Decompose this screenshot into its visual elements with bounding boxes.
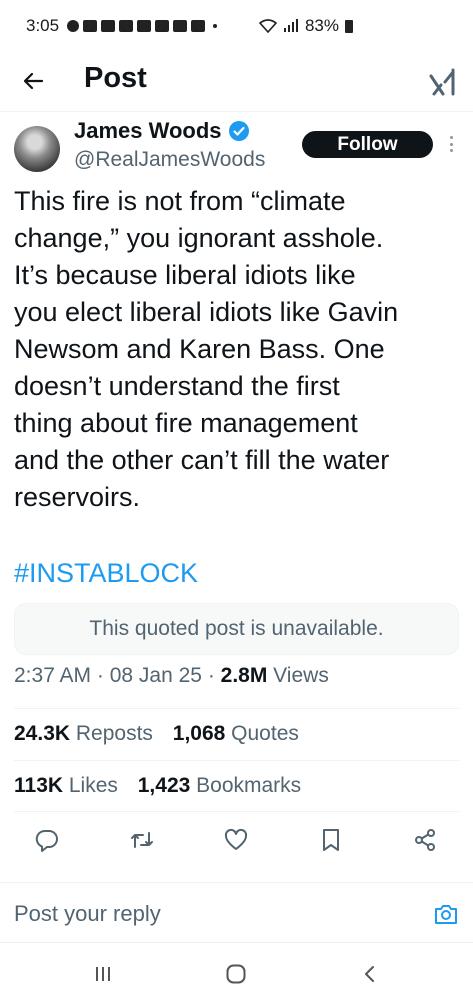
tweet-text: This fire is not from “climate change,” … xyxy=(14,183,459,516)
quoted-post-unavailable: This quoted post is unavailable. xyxy=(14,603,459,655)
likes-count: 113K xyxy=(14,774,64,797)
tweet-line: and the other can’t fill the water xyxy=(14,445,390,475)
tweet-line: reservoirs. xyxy=(14,482,141,512)
system-back-button[interactable] xyxy=(356,960,384,988)
reposts-count: 24.3K xyxy=(14,722,71,745)
meta-separator: · xyxy=(91,664,110,687)
battery-icon xyxy=(345,19,353,33)
wifi-icon xyxy=(258,19,277,33)
grok-button[interactable] xyxy=(427,66,459,98)
stats-row-reposts-quotes: 24.3K Reposts 1,068 Quotes xyxy=(14,722,313,746)
video-notification-icon xyxy=(191,20,206,32)
reply-bar: Post your reply xyxy=(0,882,473,942)
share-button[interactable] xyxy=(411,826,439,854)
tweet-line: change,” you ignorant asshole. xyxy=(14,223,384,253)
views-label[interactable]: Views xyxy=(267,664,329,687)
more-notifications-dot-icon xyxy=(213,24,218,28)
likes-stat[interactable]: 113K Likes xyxy=(14,774,118,797)
tweet-meta: 2:37 AM · 08 Jan 25 · 2.8M Views xyxy=(14,664,329,688)
bookmark-icon xyxy=(323,829,339,851)
quotes-stat[interactable]: 1,068 Quotes xyxy=(173,722,299,745)
news-notification-icon xyxy=(137,20,152,32)
tweet-actions xyxy=(0,818,473,862)
back-icon xyxy=(365,966,374,982)
verified-badge-icon xyxy=(228,121,249,141)
bookmarks-stat[interactable]: 1,423 Bookmarks xyxy=(138,774,301,797)
divider xyxy=(14,708,459,709)
repost-button[interactable] xyxy=(128,826,156,854)
hashtag-link[interactable]: #INSTABLOCK xyxy=(14,558,198,589)
repost-icon xyxy=(131,832,153,848)
video-notification-icon xyxy=(119,20,134,32)
reposts-stat[interactable]: 24.3K Reposts xyxy=(14,722,153,745)
reply-button[interactable] xyxy=(33,826,61,854)
notification-icons xyxy=(67,20,218,32)
home-button[interactable] xyxy=(222,960,250,988)
news-notification-icon xyxy=(173,20,188,32)
post-date[interactable]: 08 Jan 25 xyxy=(110,664,202,687)
tweet-line: you elect liberal idiots like Gavin xyxy=(14,297,399,327)
likes-label: Likes xyxy=(63,774,118,797)
recents-button[interactable] xyxy=(89,960,117,988)
tweet-line: thing about fire management xyxy=(14,408,358,438)
signal-icon xyxy=(283,19,298,32)
grok-icon xyxy=(429,68,455,96)
reposts-label: Reposts xyxy=(70,722,153,745)
divider xyxy=(14,760,459,761)
tweet-line: It’s because liberal idiots like xyxy=(14,260,356,290)
camera-icon xyxy=(435,905,457,924)
system-navigation-bar xyxy=(0,942,473,1000)
quotes-label: Quotes xyxy=(225,722,299,745)
tweet-line: This fire is not from “climate xyxy=(14,186,346,216)
bookmarks-label: Bookmarks xyxy=(190,774,302,797)
chat-notification-icon xyxy=(67,20,80,32)
more-icon[interactable] xyxy=(444,132,458,156)
author-name: James Woods xyxy=(74,118,222,143)
quoted-post-text: This quoted post is unavailable. xyxy=(89,617,384,640)
divider xyxy=(14,811,459,812)
back-arrow-icon xyxy=(23,72,44,90)
views-count[interactable]: 2.8M xyxy=(221,664,268,687)
like-icon xyxy=(224,828,248,850)
bookmarks-count: 1,423 xyxy=(137,774,191,797)
quotes-count: 1,068 xyxy=(172,722,226,745)
meta-separator: · xyxy=(201,664,221,687)
home-icon xyxy=(226,964,246,984)
follow-button[interactable]: Follow xyxy=(302,131,433,158)
video-notification-icon xyxy=(83,20,98,32)
post-time[interactable]: 2:37 AM xyxy=(14,664,91,687)
system-status: 83% xyxy=(258,16,353,36)
author-handle[interactable]: @RealJamesWoods xyxy=(74,148,265,172)
tweet-line: Newsom and Karen Bass. One xyxy=(14,334,385,364)
status-time: 3:05 xyxy=(26,16,60,35)
avatar[interactable] xyxy=(14,126,60,172)
camera-button[interactable] xyxy=(432,900,460,928)
stats-row-likes-bookmarks: 113K Likes 1,423 Bookmarks xyxy=(14,774,315,798)
top-app-bar: Post xyxy=(0,52,473,112)
battery-percent: 83% xyxy=(304,16,339,35)
page-title: Post xyxy=(84,62,147,94)
bookmark-button[interactable] xyxy=(317,826,345,854)
back-button[interactable] xyxy=(18,66,48,96)
like-button[interactable] xyxy=(222,826,250,854)
tweet-line: doesn’t understand the first xyxy=(14,371,340,401)
author-name-row[interactable]: James Woods xyxy=(74,118,250,144)
news-notification-icon xyxy=(155,20,170,32)
status-bar: 3:05 83% xyxy=(0,0,473,52)
recents-icon xyxy=(96,967,110,981)
video-notification-icon xyxy=(101,20,116,32)
reply-icon xyxy=(35,829,58,852)
reply-input[interactable]: Post your reply xyxy=(14,901,161,927)
share-icon xyxy=(415,829,435,851)
